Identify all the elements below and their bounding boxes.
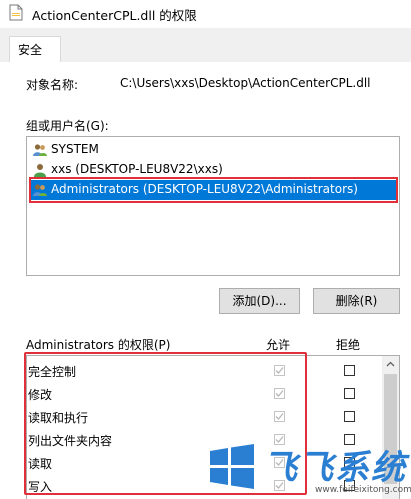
check-icon <box>275 367 284 374</box>
permission-name: 列出文件夹内容 <box>28 434 113 448</box>
user-list-item-label: Administrators (DESKTOP-LEU8V22\Administ… <box>51 182 358 196</box>
user-icon <box>34 164 46 177</box>
window-title: ActionCenterCPL.dll 的权限 <box>32 8 197 23</box>
permission-name: 修改 <box>28 388 53 402</box>
allow-checkbox[interactable] <box>274 365 285 376</box>
user-list-item-system[interactable]: SYSTEM <box>30 140 396 160</box>
watermark-url: www.feifeixitong.com <box>315 485 411 495</box>
check-icon <box>275 413 284 420</box>
permission-name: 读取和执行 <box>28 411 89 425</box>
permission-name: 写入 <box>28 480 53 494</box>
allow-checkbox[interactable] <box>274 411 285 422</box>
object-name-label: 对象名称: <box>26 78 79 92</box>
deny-column-header: 拒绝 <box>336 338 361 352</box>
watermark-text: 飞飞系统 <box>263 448 407 488</box>
permission-name: 读取 <box>28 457 53 471</box>
tab-security-label: 安全 <box>18 43 43 57</box>
user-list[interactable]: SYSTEM xxs (DESKTOP-LEU8V22\xxs) Adminis… <box>26 136 400 276</box>
user-group-icon <box>33 144 47 156</box>
deny-checkbox[interactable] <box>344 365 355 376</box>
permissions-label: Administrators 的权限(P) <box>26 338 171 352</box>
watermark: 飞飞系统 www.feifeixitong.com <box>203 440 411 499</box>
title-bar: ActionCenterCPL.dll 的权限 <box>0 0 411 28</box>
permission-row-full-control: 完全控制 <box>27 360 381 383</box>
windows-logo-icon <box>210 444 254 489</box>
user-list-item-xxs[interactable]: xxs (DESKTOP-LEU8V22\xxs) <box>30 160 396 180</box>
deny-checkbox[interactable] <box>344 411 355 422</box>
user-list-item-administrators[interactable]: Administrators (DESKTOP-LEU8V22\Administ… <box>30 180 396 200</box>
deny-checkbox[interactable] <box>344 388 355 399</box>
allow-checkbox[interactable] <box>274 388 285 399</box>
group-user-label: 组或用户名(G): <box>26 119 109 133</box>
check-icon <box>275 390 284 397</box>
permission-name: 完全控制 <box>28 365 77 379</box>
file-icon <box>9 4 23 21</box>
user-list-item-label: SYSTEM <box>51 142 99 156</box>
user-list-item-label: xxs (DESKTOP-LEU8V22\xxs) <box>51 162 223 176</box>
tab-strip: 安全 <box>0 28 411 63</box>
object-name-value: C:\Users\xxs\Desktop\ActionCenterCPL.dll <box>120 76 371 90</box>
tab-security[interactable]: 安全 <box>9 36 61 62</box>
permission-row-modify: 修改 <box>27 383 381 406</box>
allow-column-header: 允许 <box>266 338 291 352</box>
permission-row-read-execute: 读取和执行 <box>27 406 381 429</box>
remove-button[interactable]: 删除(R) <box>313 288 400 314</box>
add-button[interactable]: 添加(D)... <box>219 288 300 314</box>
scroll-up-arrow-icon[interactable] <box>382 356 399 373</box>
user-group-icon <box>33 184 47 196</box>
